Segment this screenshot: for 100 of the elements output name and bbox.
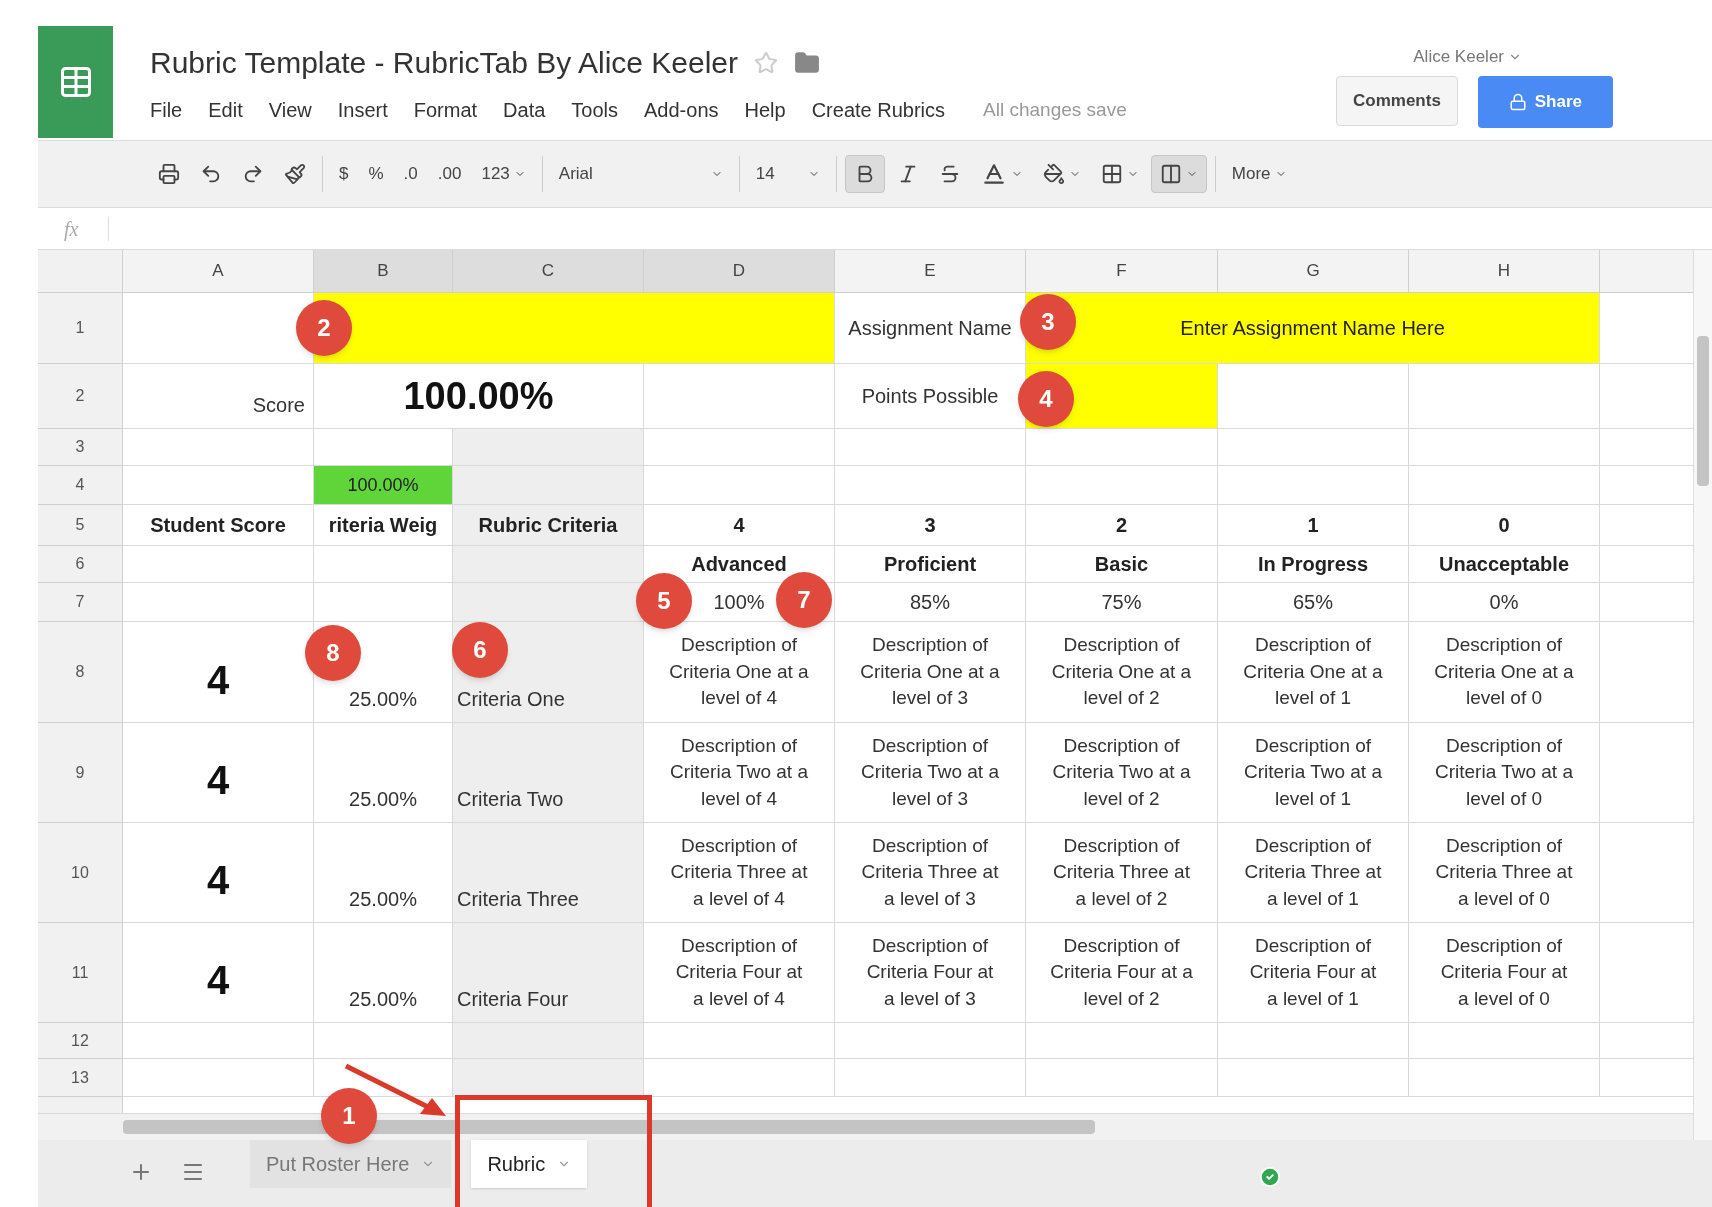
- row-header[interactable]: 7: [38, 583, 123, 622]
- table-cell: Description of Criteria Three at a level of 3: [835, 823, 1026, 923]
- table-cell: Description of Criteria Two at a level of 0: [1409, 723, 1600, 823]
- table-cell: 100.00%: [314, 364, 644, 429]
- lock-icon: [1508, 93, 1527, 111]
- table-cell: Description of Criteria One at a level of 0: [1409, 622, 1600, 723]
- font-size-dropdown[interactable]: 14: [747, 155, 828, 193]
- row-header[interactable]: 4: [38, 466, 123, 505]
- table-cell: Unacceptable: [1409, 546, 1600, 583]
- folder-icon[interactable]: [794, 49, 821, 76]
- table-cell: Description of Criteria Four at a level of 3: [835, 923, 1026, 1023]
- menu-item[interactable]: Format: [413, 95, 478, 125]
- paint-bucket-icon: [1042, 163, 1065, 185]
- table-cell: Student Score: [123, 505, 314, 546]
- paintbrush-icon: [284, 163, 306, 185]
- vertical-scrollbar[interactable]: [1697, 336, 1709, 486]
- table-cell: Description of Criteria Three at a level of 1: [1218, 823, 1409, 923]
- star-icon[interactable]: [754, 50, 779, 75]
- menu-item[interactable]: File: [150, 95, 183, 125]
- column-header[interactable]: F: [1026, 250, 1218, 293]
- row-header[interactable]: 13: [38, 1059, 123, 1097]
- table-cell: 65%: [1218, 583, 1409, 622]
- table-cell: 25.00%: [314, 823, 453, 923]
- table-cell: Score: [123, 364, 314, 429]
- sheet-tab[interactable]: Rubric: [471, 1140, 588, 1188]
- table-cell: 85%: [835, 583, 1026, 622]
- table-cell: Description of Criteria One at a level of 1: [1218, 622, 1409, 723]
- column-header[interactable]: H: [1409, 250, 1600, 293]
- column-header[interactable]: G: [1218, 250, 1409, 293]
- table-cell: Description of Criteria Two at a level of 3: [835, 723, 1026, 823]
- table-cell: 4: [123, 923, 314, 1023]
- row-header[interactable]: 3: [38, 429, 123, 466]
- account-name[interactable]: Alice Keeler: [1413, 44, 1504, 70]
- currency-button[interactable]: $: [331, 155, 357, 193]
- comments-button[interactable]: Comments: [1336, 76, 1458, 126]
- decrease-decimals-button[interactable]: .0: [395, 155, 426, 193]
- save-status: All changes save: [983, 97, 1127, 122]
- font-dropdown[interactable]: Arial: [550, 155, 731, 193]
- table-cell: Description of Criteria Four at a level of 4: [644, 923, 835, 1023]
- table-cell: Description of Criteria Three at a level of 4: [644, 823, 835, 923]
- printer-icon: [158, 163, 180, 185]
- row-header[interactable]: 1: [38, 293, 123, 364]
- row-header[interactable]: 9: [38, 723, 123, 823]
- table-cell: Criteria Three: [453, 823, 644, 923]
- column-header[interactable]: B: [314, 250, 453, 293]
- row-header[interactable]: 11: [38, 923, 123, 1023]
- row-header[interactable]: 2: [38, 364, 123, 429]
- menu-item[interactable]: Tools: [571, 95, 619, 125]
- menu-item[interactable]: Data: [503, 95, 546, 125]
- table-cell: 25.00%: [314, 923, 453, 1023]
- table-cell: 4: [123, 823, 314, 923]
- increase-decimals-button[interactable]: .00: [429, 155, 470, 193]
- percent-button[interactable]: %: [360, 155, 392, 193]
- row-header[interactable]: 5: [38, 505, 123, 546]
- redo-icon: [242, 163, 264, 185]
- table-cell: Description of Criteria Four at a level of 0: [1409, 923, 1600, 1023]
- app-logo[interactable]: [38, 26, 113, 138]
- menu-item[interactable]: Add-ons: [644, 95, 719, 125]
- merge-cells-button[interactable]: [1150, 155, 1207, 193]
- table-cell: 4: [123, 723, 314, 823]
- menu-item[interactable]: Help: [744, 95, 786, 125]
- table-cell: 0%: [1409, 583, 1600, 622]
- table-cell: Description of Criteria Two at a level of 2: [1026, 723, 1218, 823]
- table-cell: Description of Criteria Two at a level of 1: [1218, 723, 1409, 823]
- number-format-button[interactable]: 123: [473, 155, 534, 193]
- table-cell: Description of Criteria Two at a level of 4: [644, 723, 835, 823]
- row-header[interactable]: 6: [38, 546, 123, 583]
- bold-button[interactable]: [844, 155, 885, 193]
- more-button[interactable]: More: [1223, 155, 1295, 193]
- menu-item[interactable]: Edit: [208, 95, 243, 125]
- column-header[interactable]: D: [644, 250, 835, 293]
- table-cell: In Progress: [1218, 546, 1409, 583]
- table-cell: Criteria Two: [453, 723, 644, 823]
- table-cell: Description of Criteria One at a level of 3: [835, 622, 1026, 723]
- table-cell: Description of Criteria One at a level of 4: [644, 622, 835, 723]
- table-cell: Description of Criteria Four at a level of 1: [1218, 923, 1409, 1023]
- table-cell: 2: [1026, 505, 1218, 546]
- column-header[interactable]: E: [835, 250, 1026, 293]
- row-header[interactable]: 12: [38, 1023, 123, 1059]
- table-cell: 1: [1218, 505, 1409, 546]
- row-header[interactable]: 8: [38, 622, 123, 723]
- undo-icon: [200, 163, 222, 185]
- table-cell: Criteria Four: [453, 923, 644, 1023]
- table-cell: Description of Criteria Three at a level of 2: [1026, 823, 1218, 923]
- table-cell: 3: [835, 505, 1026, 546]
- column-header[interactable]: C: [453, 250, 644, 293]
- table-cell: Proficient: [835, 546, 1026, 583]
- row-header[interactable]: 10: [38, 823, 123, 923]
- merge-icon: [1159, 163, 1182, 185]
- table-cell: 4: [644, 505, 835, 546]
- table-cell: 0: [1409, 505, 1600, 546]
- document-title[interactable]: Rubric Template - RubricTab By Alice Keeler: [150, 40, 739, 85]
- table-cell: Assignment Name: [835, 293, 1026, 364]
- table-cell: Description of Criteria Three at a level of 0: [1409, 823, 1600, 923]
- table-cell: Description of Criteria One at a level of 2: [1026, 622, 1218, 723]
- menu-item[interactable]: View: [268, 95, 312, 125]
- menu-item[interactable]: Create Rubrics: [811, 95, 946, 125]
- table-cell: 75%: [1026, 583, 1218, 622]
- menu-item[interactable]: Insert: [337, 95, 388, 125]
- column-header[interactable]: A: [123, 250, 314, 293]
